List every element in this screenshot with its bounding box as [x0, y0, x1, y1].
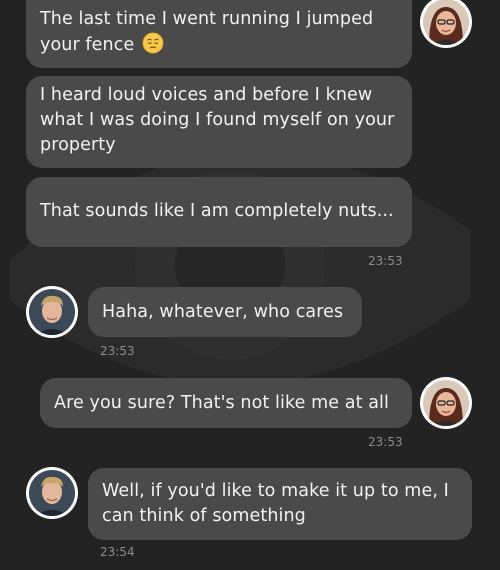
message-text: Well, if you'd like to make it up to me,… — [102, 481, 449, 526]
avatar-woman[interactable] — [420, 377, 472, 429]
avatar-man[interactable] — [26, 467, 78, 519]
message-bubble-incoming: Haha, whatever, who cares — [88, 287, 362, 337]
message-bubble-outgoing: Are you sure? That's not like me at all — [40, 378, 412, 428]
message-text: The last time I went running I jumped yo… — [40, 7, 398, 58]
message-bubble-outgoing: That sounds like I am completely nuts... — [26, 177, 412, 247]
avatar-man-icon — [29, 289, 75, 335]
avatar-man[interactable] — [26, 286, 78, 338]
message-text: Are you sure? That's not like me at all — [54, 392, 389, 413]
message-timestamp: 23:53 — [368, 435, 403, 449]
avatar-woman-icon — [423, 0, 469, 45]
message-text: I heard loud voices and before I knew wh… — [40, 84, 395, 155]
message-bubble-incoming: Well, if you'd like to make it up to me,… — [88, 468, 472, 540]
chat-thread: The last time I went running I jumped yo… — [0, 0, 500, 570]
avatar-man-icon — [29, 470, 75, 516]
message-timestamp: 23:53 — [100, 344, 135, 358]
pensive-face-emoji — [142, 32, 164, 53]
message-text-content: The last time I went running I jumped yo… — [40, 8, 374, 55]
avatar-woman-icon — [423, 380, 469, 426]
message-text: That sounds like I am completely nuts... — [40, 200, 394, 221]
avatar-woman[interactable] — [420, 0, 472, 48]
message-text: Haha, whatever, who cares — [102, 301, 344, 322]
message-bubble-outgoing: I heard loud voices and before I knew wh… — [26, 76, 412, 168]
message-timestamp: 23:54 — [100, 545, 135, 559]
message-timestamp: 23:53 — [368, 254, 403, 268]
message-bubble-outgoing: The last time I went running I jumped yo… — [26, 0, 412, 68]
